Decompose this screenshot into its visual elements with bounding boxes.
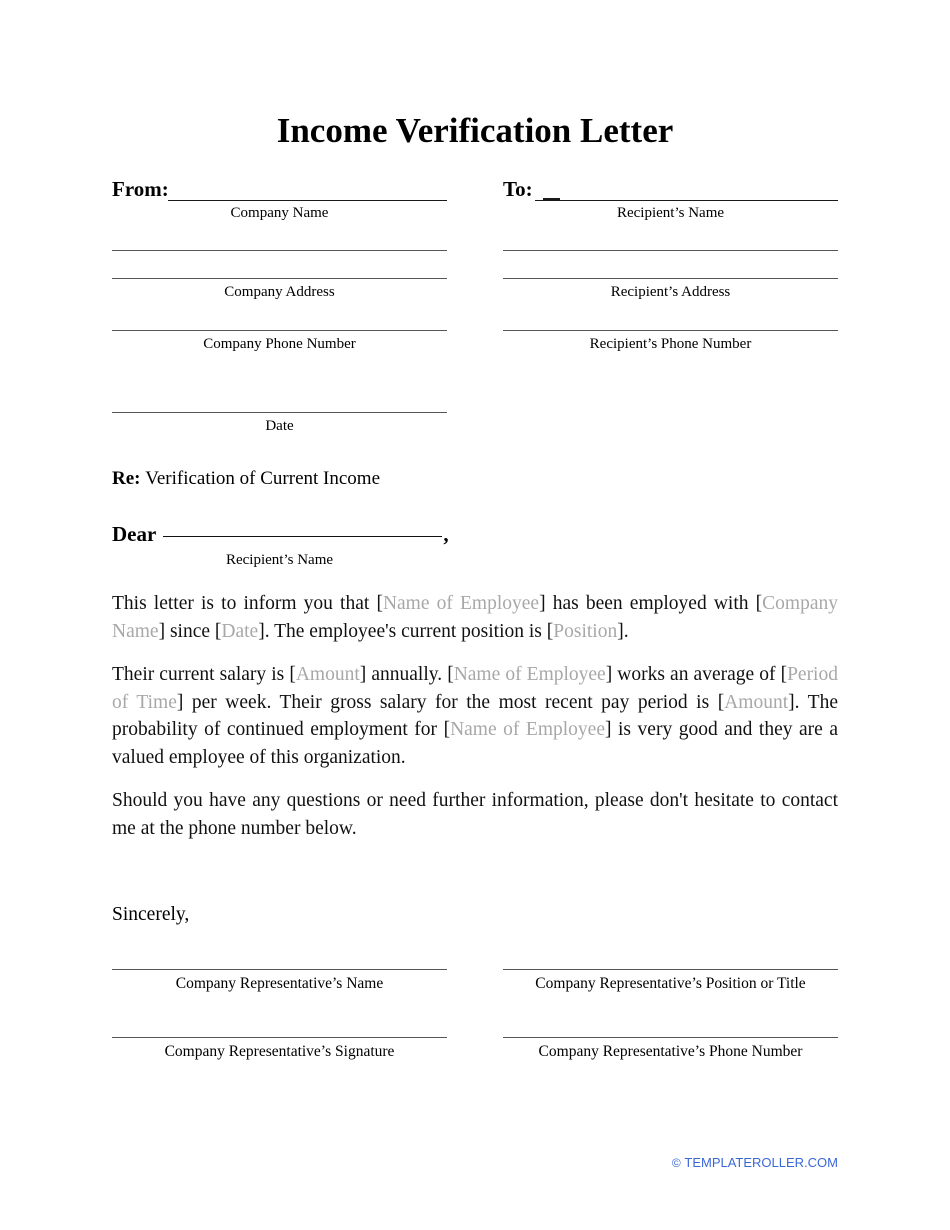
- caption-company-name: Company Name: [230, 205, 329, 221]
- p2-text-1: Their current salary is: [112, 664, 290, 685]
- company-address-rule-2[interactable]: [112, 278, 447, 279]
- placeholder-amount-gross[interactable]: Amount: [724, 692, 788, 713]
- rep-name-rule[interactable]: [112, 969, 447, 970]
- body-paragraph-3: Should you have any questions or need fu…: [112, 790, 838, 839]
- p1-text-3: since: [165, 620, 215, 642]
- recipient-column: To: Recipient’s Name Recipient’s Address…: [503, 176, 838, 352]
- placeholder-name-of-employee-3[interactable]: Name of Employee: [450, 719, 605, 740]
- caption-recipient-address: Recipient’s Address: [610, 284, 731, 300]
- caption-rep-phone: Company Representative’s Phone Number: [538, 1043, 803, 1060]
- caption-salutation-recipient-name: Recipient’s Name: [225, 552, 334, 568]
- company-address-rule-1[interactable]: [112, 250, 447, 251]
- from-row: From:: [112, 176, 447, 204]
- subject-text: Verification of Current Income: [145, 468, 381, 489]
- salutation-name-rule[interactable]: [163, 536, 443, 537]
- closing-sincerely: Sincerely,: [112, 904, 190, 925]
- placeholder-position[interactable]: Position: [553, 621, 617, 642]
- placeholder-date[interactable]: Date: [221, 621, 258, 642]
- caption-company-address: Company Address: [224, 284, 335, 300]
- to-label: To:: [503, 177, 533, 201]
- caption-date: Date: [265, 418, 294, 434]
- rep-signature-rule[interactable]: [112, 1037, 447, 1038]
- letter-page: Income Verification Letter From: Company…: [0, 0, 950, 1230]
- recipient-address-rule-1[interactable]: [503, 250, 838, 251]
- placeholder-name-of-employee[interactable]: Name of Employee: [383, 593, 539, 614]
- recipient-address-rule-2[interactable]: [503, 278, 838, 279]
- p2-text-3: works an average of: [612, 664, 781, 685]
- footer-text: TEMPLATEROLLER.COM: [684, 1155, 838, 1170]
- signature-block: Company Representative’s Name Company Re…: [112, 960, 838, 1070]
- p1-text-1: This letter is to inform you that: [112, 593, 377, 614]
- sender-column: From: Company Name Company Address Compa…: [112, 176, 447, 434]
- rep-phone-rule[interactable]: [503, 1037, 838, 1038]
- recipient-phone-rule[interactable]: [503, 330, 838, 331]
- p2-text-2: annually.: [366, 664, 448, 685]
- p1-text-5: .: [623, 620, 629, 642]
- subject-line: Re: Verification of Current Income: [112, 467, 380, 491]
- body-paragraph-1: This letter is to inform you that [Name …: [112, 590, 838, 645]
- caption-rep-signature: Company Representative’s Signature: [164, 1043, 395, 1060]
- footer-watermark[interactable]: © TEMPLATEROLLER.COM: [672, 1155, 838, 1171]
- salutation-line: Dear,: [112, 521, 449, 547]
- body-paragraph-2: Their current salary is [Amount] annuall…: [112, 661, 838, 771]
- rep-position-rule[interactable]: [503, 969, 838, 970]
- page-title: Income Verification Letter: [276, 111, 674, 150]
- to-name-rule[interactable]: [535, 200, 838, 201]
- placeholder-name-of-employee-2[interactable]: Name of Employee: [454, 664, 606, 685]
- date-rule[interactable]: [112, 412, 447, 413]
- caption-recipient-phone: Recipient’s Phone Number: [589, 336, 752, 352]
- salutation-comma: ,: [443, 522, 449, 546]
- letter-body: This letter is to inform you that [Name …: [112, 590, 838, 842]
- address-block: From: Company Name Company Address Compa…: [112, 176, 838, 446]
- p1-text-4: . The employee's current position is: [264, 620, 547, 642]
- caption-rep-name: Company Representative’s Name: [175, 975, 384, 992]
- from-name-rule[interactable]: [168, 200, 447, 201]
- caption-recipient-name: Recipient’s Name: [616, 205, 725, 221]
- from-label: From:: [112, 177, 169, 201]
- to-row: To:: [503, 176, 838, 204]
- subject-label: Re:: [112, 468, 141, 489]
- company-phone-rule[interactable]: [112, 330, 447, 331]
- caption-company-phone: Company Phone Number: [203, 336, 356, 352]
- salutation-label: Dear: [112, 522, 157, 546]
- p1-text-2: has been employed with: [545, 593, 756, 614]
- caption-rep-position: Company Representative’s Position or Tit…: [535, 975, 806, 992]
- copyright-icon: ©: [671, 1156, 681, 1170]
- placeholder-amount-annual[interactable]: Amount: [296, 664, 360, 685]
- p2-text-4: per week. Their gross salary for the mos…: [183, 691, 718, 713]
